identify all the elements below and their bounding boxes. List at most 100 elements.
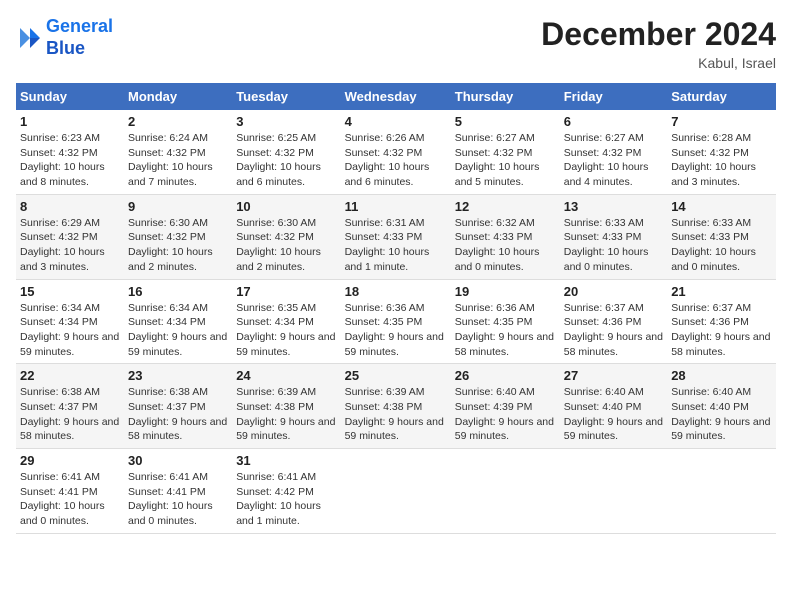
day-number: 7: [671, 114, 772, 129]
day-info: Sunrise: 6:30 AM Sunset: 4:32 PM Dayligh…: [236, 216, 336, 275]
col-wednesday: Wednesday: [341, 83, 451, 110]
col-sunday: Sunday: [16, 83, 124, 110]
day-number: 14: [671, 199, 772, 214]
day-info: Sunrise: 6:27 AM Sunset: 4:32 PM Dayligh…: [564, 131, 663, 190]
day-info: Sunrise: 6:26 AM Sunset: 4:32 PM Dayligh…: [345, 131, 447, 190]
calendar-cell: 23 Sunrise: 6:38 AM Sunset: 4:37 PM Dayl…: [124, 364, 232, 449]
day-number: 9: [128, 199, 228, 214]
title-area: December 2024 Kabul, Israel: [541, 16, 776, 71]
header-row: Sunday Monday Tuesday Wednesday Thursday…: [16, 83, 776, 110]
day-number: 26: [455, 368, 556, 383]
calendar-week-2: 8 Sunrise: 6:29 AM Sunset: 4:32 PM Dayli…: [16, 194, 776, 279]
calendar-cell: 25 Sunrise: 6:39 AM Sunset: 4:38 PM Dayl…: [341, 364, 451, 449]
calendar-cell: 9 Sunrise: 6:30 AM Sunset: 4:32 PM Dayli…: [124, 194, 232, 279]
month-title: December 2024: [541, 16, 776, 53]
day-info: Sunrise: 6:40 AM Sunset: 4:40 PM Dayligh…: [564, 385, 663, 444]
calendar-cell: 24 Sunrise: 6:39 AM Sunset: 4:38 PM Dayl…: [232, 364, 340, 449]
calendar-cell: 29 Sunrise: 6:41 AM Sunset: 4:41 PM Dayl…: [16, 449, 124, 534]
day-number: 28: [671, 368, 772, 383]
day-number: 27: [564, 368, 663, 383]
day-number: 2: [128, 114, 228, 129]
calendar-week-3: 15 Sunrise: 6:34 AM Sunset: 4:34 PM Dayl…: [16, 279, 776, 364]
day-info: Sunrise: 6:37 AM Sunset: 4:36 PM Dayligh…: [564, 301, 663, 360]
day-number: 20: [564, 284, 663, 299]
day-info: Sunrise: 6:33 AM Sunset: 4:33 PM Dayligh…: [671, 216, 772, 275]
calendar-cell: 6 Sunrise: 6:27 AM Sunset: 4:32 PM Dayli…: [560, 110, 667, 194]
day-info: Sunrise: 6:36 AM Sunset: 4:35 PM Dayligh…: [345, 301, 447, 360]
day-number: 17: [236, 284, 336, 299]
calendar-header: Sunday Monday Tuesday Wednesday Thursday…: [16, 83, 776, 110]
day-info: Sunrise: 6:30 AM Sunset: 4:32 PM Dayligh…: [128, 216, 228, 275]
day-info: Sunrise: 6:39 AM Sunset: 4:38 PM Dayligh…: [236, 385, 336, 444]
calendar-cell: 21 Sunrise: 6:37 AM Sunset: 4:36 PM Dayl…: [667, 279, 776, 364]
calendar-cell: 20 Sunrise: 6:37 AM Sunset: 4:36 PM Dayl…: [560, 279, 667, 364]
day-number: 4: [345, 114, 447, 129]
calendar-cell: 30 Sunrise: 6:41 AM Sunset: 4:41 PM Dayl…: [124, 449, 232, 534]
calendar-cell: 4 Sunrise: 6:26 AM Sunset: 4:32 PM Dayli…: [341, 110, 451, 194]
calendar-cell: 18 Sunrise: 6:36 AM Sunset: 4:35 PM Dayl…: [341, 279, 451, 364]
day-number: 12: [455, 199, 556, 214]
day-info: Sunrise: 6:38 AM Sunset: 4:37 PM Dayligh…: [128, 385, 228, 444]
day-info: Sunrise: 6:41 AM Sunset: 4:41 PM Dayligh…: [128, 470, 228, 529]
calendar-cell: 7 Sunrise: 6:28 AM Sunset: 4:32 PM Dayli…: [667, 110, 776, 194]
day-info: Sunrise: 6:32 AM Sunset: 4:33 PM Dayligh…: [455, 216, 556, 275]
calendar-cell: 19 Sunrise: 6:36 AM Sunset: 4:35 PM Dayl…: [451, 279, 560, 364]
col-friday: Friday: [560, 83, 667, 110]
day-number: 22: [20, 368, 120, 383]
day-number: 13: [564, 199, 663, 214]
day-number: 10: [236, 199, 336, 214]
logo: General Blue: [16, 16, 113, 59]
calendar-cell: 26 Sunrise: 6:40 AM Sunset: 4:39 PM Dayl…: [451, 364, 560, 449]
calendar-cell: 5 Sunrise: 6:27 AM Sunset: 4:32 PM Dayli…: [451, 110, 560, 194]
day-info: Sunrise: 6:38 AM Sunset: 4:37 PM Dayligh…: [20, 385, 120, 444]
calendar-cell: 2 Sunrise: 6:24 AM Sunset: 4:32 PM Dayli…: [124, 110, 232, 194]
location: Kabul, Israel: [541, 55, 776, 71]
day-number: 29: [20, 453, 120, 468]
day-number: 19: [455, 284, 556, 299]
calendar-cell: 16 Sunrise: 6:34 AM Sunset: 4:34 PM Dayl…: [124, 279, 232, 364]
day-info: Sunrise: 6:40 AM Sunset: 4:39 PM Dayligh…: [455, 385, 556, 444]
day-info: Sunrise: 6:28 AM Sunset: 4:32 PM Dayligh…: [671, 131, 772, 190]
calendar-cell: 15 Sunrise: 6:34 AM Sunset: 4:34 PM Dayl…: [16, 279, 124, 364]
day-number: 16: [128, 284, 228, 299]
day-info: Sunrise: 6:41 AM Sunset: 4:41 PM Dayligh…: [20, 470, 120, 529]
day-info: Sunrise: 6:24 AM Sunset: 4:32 PM Dayligh…: [128, 131, 228, 190]
day-info: Sunrise: 6:31 AM Sunset: 4:33 PM Dayligh…: [345, 216, 447, 275]
day-number: 21: [671, 284, 772, 299]
day-info: Sunrise: 6:37 AM Sunset: 4:36 PM Dayligh…: [671, 301, 772, 360]
day-number: 8: [20, 199, 120, 214]
day-number: 25: [345, 368, 447, 383]
logo-text: General Blue: [46, 16, 113, 59]
day-info: Sunrise: 6:34 AM Sunset: 4:34 PM Dayligh…: [20, 301, 120, 360]
day-info: Sunrise: 6:25 AM Sunset: 4:32 PM Dayligh…: [236, 131, 336, 190]
calendar-cell: 3 Sunrise: 6:25 AM Sunset: 4:32 PM Dayli…: [232, 110, 340, 194]
day-number: 18: [345, 284, 447, 299]
day-info: Sunrise: 6:40 AM Sunset: 4:40 PM Dayligh…: [671, 385, 772, 444]
day-number: 30: [128, 453, 228, 468]
col-thursday: Thursday: [451, 83, 560, 110]
calendar-cell: 13 Sunrise: 6:33 AM Sunset: 4:33 PM Dayl…: [560, 194, 667, 279]
page-header: General Blue December 2024 Kabul, Israel: [16, 16, 776, 71]
col-monday: Monday: [124, 83, 232, 110]
logo-icon: [16, 24, 44, 52]
col-saturday: Saturday: [667, 83, 776, 110]
day-info: Sunrise: 6:34 AM Sunset: 4:34 PM Dayligh…: [128, 301, 228, 360]
day-info: Sunrise: 6:29 AM Sunset: 4:32 PM Dayligh…: [20, 216, 120, 275]
calendar-cell: [667, 449, 776, 534]
calendar-cell: [341, 449, 451, 534]
calendar-week-4: 22 Sunrise: 6:38 AM Sunset: 4:37 PM Dayl…: [16, 364, 776, 449]
col-tuesday: Tuesday: [232, 83, 340, 110]
day-info: Sunrise: 6:33 AM Sunset: 4:33 PM Dayligh…: [564, 216, 663, 275]
day-number: 6: [564, 114, 663, 129]
day-info: Sunrise: 6:35 AM Sunset: 4:34 PM Dayligh…: [236, 301, 336, 360]
calendar-cell: [560, 449, 667, 534]
calendar-week-1: 1 Sunrise: 6:23 AM Sunset: 4:32 PM Dayli…: [16, 110, 776, 194]
day-info: Sunrise: 6:36 AM Sunset: 4:35 PM Dayligh…: [455, 301, 556, 360]
calendar-cell: [451, 449, 560, 534]
calendar-cell: 8 Sunrise: 6:29 AM Sunset: 4:32 PM Dayli…: [16, 194, 124, 279]
calendar-cell: 28 Sunrise: 6:40 AM Sunset: 4:40 PM Dayl…: [667, 364, 776, 449]
day-number: 11: [345, 199, 447, 214]
calendar-cell: 12 Sunrise: 6:32 AM Sunset: 4:33 PM Dayl…: [451, 194, 560, 279]
calendar-cell: 22 Sunrise: 6:38 AM Sunset: 4:37 PM Dayl…: [16, 364, 124, 449]
calendar-body: 1 Sunrise: 6:23 AM Sunset: 4:32 PM Dayli…: [16, 110, 776, 533]
